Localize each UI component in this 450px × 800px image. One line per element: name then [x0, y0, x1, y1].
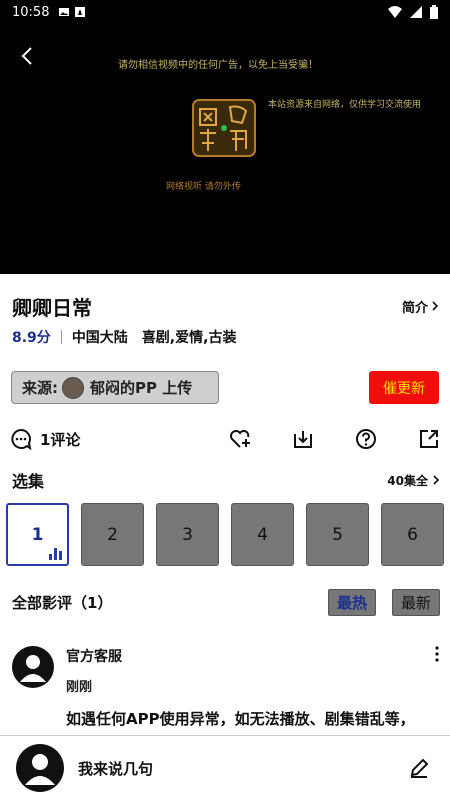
episode-number: 2	[107, 524, 118, 545]
status-bar: 10:58	[0, 0, 450, 24]
comment-input[interactable]: 我来说几句	[78, 758, 153, 779]
meta-divider	[60, 330, 62, 344]
edit-pen-icon[interactable]	[408, 757, 430, 779]
player-notice-right: 本站资源来自网络，仅供学习交流使用	[268, 100, 422, 110]
user-avatar-icon	[20, 655, 46, 682]
reviews-header: 全部影评（1） 最热 最新	[12, 588, 440, 616]
intro-link[interactable]: 简介	[402, 297, 440, 316]
video-player[interactable]: 请勿相信视频中的任何广告，以免上当受骗！ 本站资源来自网络，仅供学习交流使用 网…	[0, 24, 450, 274]
uploader-name: 郁闷的PP 上传	[90, 379, 193, 397]
all-episodes-link[interactable]: 40集全	[387, 472, 440, 489]
source-chip[interactable]: 来源: 郁闷的PP 上传	[11, 371, 219, 404]
request-update-button[interactable]: 催更新	[369, 371, 439, 404]
show-genres: 喜剧,爱情,古装	[141, 330, 237, 346]
episode-number: 6	[407, 524, 418, 545]
comment-icon	[11, 428, 32, 450]
back-arrow-icon[interactable]	[16, 44, 40, 68]
avatar[interactable]	[12, 646, 54, 688]
reviews-label: 全部影评（1）	[12, 593, 113, 612]
episode-button-3[interactable]: 3	[156, 503, 219, 566]
episode-button-4[interactable]: 4	[231, 503, 294, 566]
show-score: 8.9分	[12, 330, 51, 346]
sort-hot-button[interactable]: 最热	[327, 588, 376, 616]
app-notification-icon	[75, 7, 86, 17]
episode-button-6[interactable]: 6	[381, 503, 444, 566]
share-icon[interactable]	[418, 428, 440, 450]
source-prefix: 来源:	[22, 379, 58, 397]
review-item: 官方客服 刚刚 如遇任何APP使用异常，如无法播放、剧集错乱等，	[12, 644, 442, 736]
show-title: 卿卿日常	[12, 295, 92, 320]
download-icon[interactable]	[292, 428, 314, 450]
episode-list: 1 2 3 4 5 6	[6, 503, 446, 567]
watermark-seal-logo	[192, 99, 256, 157]
episodes-header: 选集 40集全	[12, 468, 440, 492]
comments-button[interactable]: 1评论	[10, 428, 80, 450]
player-notice-top: 请勿相信视频中的任何广告，以免上当受骗！	[118, 60, 318, 71]
show-region: 中国大陆	[71, 330, 128, 346]
comment-composer: 我来说几句	[0, 735, 450, 800]
review-time: 刚刚	[66, 680, 93, 695]
favorite-add-icon[interactable]	[229, 428, 251, 450]
review-text: 如遇任何APP使用异常，如无法播放、剧集错乱等，	[66, 710, 415, 728]
player-notice-bottom: 网络视听 请勿外传	[166, 182, 241, 192]
source-row: 来源: 郁闷的PP 上传 催更新	[11, 371, 439, 404]
episode-number: 1	[31, 524, 44, 545]
title-row: 卿卿日常 简介	[12, 292, 440, 320]
episode-button-5[interactable]: 5	[306, 503, 369, 566]
help-icon[interactable]	[355, 428, 377, 450]
action-row: 1评论	[10, 424, 440, 454]
episode-number: 5	[332, 524, 343, 545]
chevron-right-icon	[433, 475, 440, 485]
gallery-notification-icon	[59, 8, 70, 16]
show-meta: 8.9分 中国大陆 喜剧,爱情,古装	[12, 326, 236, 348]
episode-button-2[interactable]: 2	[81, 503, 144, 566]
signal-icon	[410, 6, 422, 18]
episode-number: 4	[257, 524, 268, 545]
battery-icon	[430, 5, 438, 19]
playing-bars-icon	[49, 548, 63, 560]
episode-number: 3	[182, 524, 193, 545]
user-avatar-icon	[25, 754, 55, 785]
review-sort-tabs: 最热 最新	[327, 588, 440, 616]
chevron-right-icon	[432, 301, 439, 311]
more-options-icon[interactable]	[434, 646, 440, 662]
sort-new-button[interactable]: 最新	[391, 588, 440, 616]
avatar	[16, 744, 64, 792]
episodes-label: 选集	[12, 472, 45, 491]
status-time: 10:58	[12, 4, 50, 20]
uploader-avatar	[62, 376, 84, 399]
comment-count: 1评论	[40, 430, 81, 449]
intro-label: 简介	[401, 300, 428, 316]
episode-button-1[interactable]: 1	[6, 503, 69, 566]
wifi-icon	[388, 6, 402, 18]
all-episodes-label: 40集全	[387, 473, 428, 488]
reviewer-name[interactable]: 官方客服	[66, 646, 122, 666]
